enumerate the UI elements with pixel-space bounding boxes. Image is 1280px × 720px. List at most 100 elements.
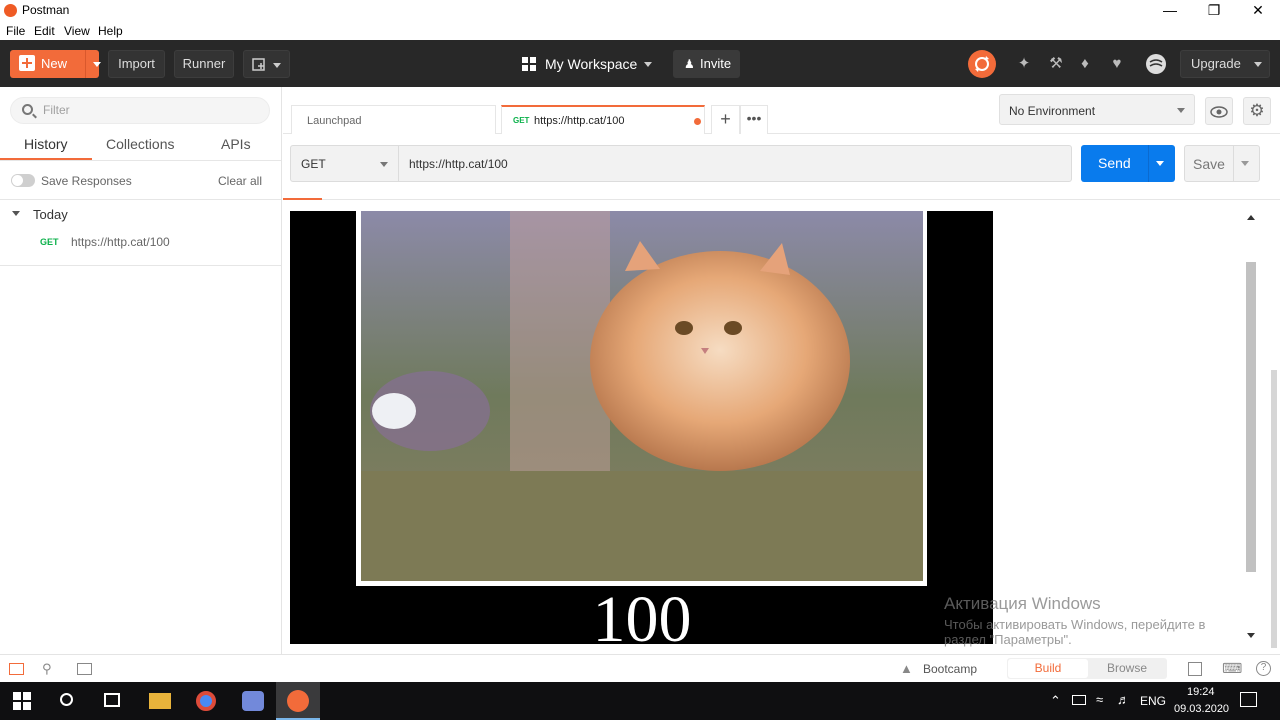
battery-icon[interactable] <box>1072 695 1086 705</box>
group-label: Today <box>33 207 68 222</box>
menu-file[interactable]: File <box>6 24 25 38</box>
divider <box>283 199 1280 200</box>
search-icon[interactable] <box>60 693 73 706</box>
environment-quick-look-button[interactable] <box>1205 97 1233 125</box>
watermark-line2: раздел "Параметры". <box>944 632 1072 647</box>
filter-box[interactable] <box>10 97 270 124</box>
help-icon[interactable]: ? <box>1256 661 1271 676</box>
import-button[interactable]: Import <box>108 50 165 78</box>
sidebar-toggle-icon[interactable] <box>9 663 24 675</box>
upgrade-button[interactable]: Upgrade <box>1180 50 1270 78</box>
chevron-down-icon <box>1177 108 1185 113</box>
more-tabs-icon[interactable]: ••• <box>740 105 768 134</box>
mode-switch[interactable]: Build Browse <box>1007 658 1167 679</box>
postman-taskbar-button[interactable] <box>276 682 320 720</box>
outer-scrollbar[interactable] <box>1271 370 1277 648</box>
response-body: 100 <box>290 211 993 644</box>
file-explorer-icon[interactable] <box>149 693 171 709</box>
new-button[interactable]: New <box>10 50 101 78</box>
new-window-button[interactable] <box>243 50 290 78</box>
restore-icon[interactable]: ❐ <box>1192 0 1236 21</box>
scroll-thumb[interactable] <box>1246 262 1256 572</box>
chevron-up-icon[interactable]: ⌃ <box>1050 693 1061 709</box>
wifi-icon[interactable]: ≈ <box>1096 692 1103 707</box>
header-toolbar: New Import Runner My Workspace ♟ Invite … <box>0 40 1280 87</box>
console-icon[interactable] <box>77 663 92 675</box>
close-icon[interactable]: ✕ <box>1236 0 1280 21</box>
minimize-icon[interactable]: — <box>1148 0 1192 21</box>
tab-apis[interactable]: APIs <box>221 136 251 152</box>
bootcamp-link[interactable]: Bootcamp <box>923 662 977 676</box>
tab-request[interactable]: GET https://http.cat/100 <box>501 105 705 135</box>
scroll-down-icon[interactable] <box>1247 633 1255 638</box>
keyboard-shortcuts-icon[interactable]: ⌨ <box>1222 660 1242 677</box>
volume-icon[interactable]: ♬ <box>1117 692 1130 707</box>
menu-bar: File Edit View Help <box>0 21 1280 40</box>
menu-view[interactable]: View <box>64 24 90 38</box>
settings-gear-icon[interactable]: ⚙ <box>1243 97 1271 125</box>
tab-launchpad[interactable]: Launchpad <box>291 105 496 134</box>
scroll-up-icon[interactable] <box>1247 215 1255 220</box>
grid-icon <box>522 57 536 71</box>
postman-logo-icon <box>4 4 17 17</box>
url-input[interactable]: https://http.cat/100 <box>398 145 1072 182</box>
divider <box>0 199 281 200</box>
wrench-icon[interactable]: ⚒ <box>1047 55 1065 73</box>
history-item[interactable]: GET https://http.cat/100 <box>0 231 281 253</box>
invite-button[interactable]: ♟ Invite <box>673 50 740 78</box>
divider <box>85 50 86 78</box>
layout-icon[interactable] <box>1188 662 1202 676</box>
upgrade-label: Upgrade <box>1191 56 1241 71</box>
chevron-down-icon[interactable] <box>1156 161 1164 166</box>
satellite-icon[interactable]: ✦ <box>1015 55 1033 73</box>
tab-collections[interactable]: Collections <box>106 136 174 152</box>
title-bar: Postman — ❐ ✕ <box>0 0 1280 21</box>
notifications-icon[interactable] <box>1240 692 1257 707</box>
menu-help[interactable]: Help <box>98 24 123 38</box>
tab-history[interactable]: History <box>24 136 68 152</box>
save-responses-toggle[interactable] <box>11 174 35 187</box>
add-tab-button[interactable]: + <box>711 105 740 134</box>
workspace-switcher[interactable]: My Workspace <box>520 55 655 75</box>
windows-taskbar: ⌃ ≈ ♬ ENG 19:24 09.03.2020 <box>0 682 1280 720</box>
unsaved-dot-icon[interactable] <box>694 118 701 125</box>
filter-input[interactable] <box>43 103 243 117</box>
sync-arrows <box>975 56 989 72</box>
method-badge: GET <box>513 116 530 125</box>
watermark-line1: Чтобы активировать Windows, перейдите в <box>944 617 1206 632</box>
environment-select[interactable]: No Environment <box>999 94 1195 125</box>
chrome-icon[interactable] <box>196 691 216 711</box>
clock-time[interactable]: 19:24 <box>1187 686 1215 698</box>
chevron-down-icon[interactable] <box>1241 161 1249 166</box>
runner-button[interactable]: Runner <box>174 50 234 78</box>
save-button[interactable]: Save <box>1184 145 1260 182</box>
clock-date[interactable]: 09.03.2020 <box>1174 703 1229 715</box>
workspace-label: My Workspace <box>545 56 638 72</box>
send-label: Send <box>1098 155 1131 171</box>
clear-all-link[interactable]: Clear all <box>218 174 262 188</box>
discord-icon[interactable] <box>242 691 264 711</box>
method-select[interactable]: GET <box>290 145 399 182</box>
divider <box>0 265 281 266</box>
save-label: Save <box>1193 156 1225 172</box>
heart-icon[interactable]: ♥ <box>1108 55 1126 73</box>
send-button[interactable]: Send <box>1081 145 1175 182</box>
sidebar: History Collections APIs Save Responses … <box>0 87 282 654</box>
chevron-down-icon[interactable] <box>93 62 101 67</box>
language-indicator[interactable]: ENG <box>1140 694 1166 708</box>
chevron-down-icon <box>1254 62 1262 67</box>
browse-mode-button[interactable]: Browse <box>1088 659 1166 678</box>
avatar[interactable] <box>1146 54 1166 74</box>
menu-edit[interactable]: Edit <box>34 24 55 38</box>
windows-start-icon[interactable] <box>13 692 33 712</box>
status-caption: 100 <box>593 583 692 644</box>
sync-icon[interactable] <box>968 50 996 78</box>
task-view-icon[interactable] <box>104 693 120 707</box>
environment-label: No Environment <box>1009 104 1096 118</box>
response-scrollbar[interactable] <box>1245 212 1257 642</box>
history-group-today[interactable]: Today <box>0 203 281 225</box>
chevron-down-icon <box>380 162 388 167</box>
find-icon[interactable]: ⚲ <box>42 661 52 677</box>
build-mode-button[interactable]: Build <box>1008 659 1088 678</box>
bell-icon[interactable]: ♦ <box>1076 55 1094 73</box>
